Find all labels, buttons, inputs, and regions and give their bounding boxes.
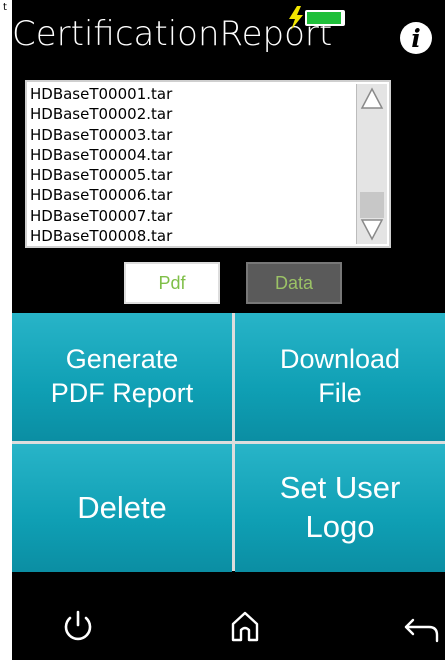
battery-level — [307, 12, 341, 24]
charging-bolt-icon — [289, 6, 303, 30]
logo-label-line1: Set User — [279, 470, 401, 506]
left-edge-strip: t — [0, 0, 12, 660]
file-list-items: HDBaseT00001.tar HDBaseT00002.tar HDBase… — [30, 84, 355, 246]
corner-char: t — [3, 2, 7, 13]
delete-label: Delete — [77, 489, 167, 525]
generate-pdf-report-button[interactable]: Generate PDF Report — [12, 313, 232, 441]
list-item[interactable]: HDBaseT00002.tar — [30, 104, 355, 124]
download-file-button[interactable]: Download File — [235, 313, 445, 441]
file-list[interactable]: HDBaseT00001.tar HDBaseT00002.tar HDBase… — [25, 80, 391, 248]
info-icon[interactable]: i — [400, 22, 432, 54]
delete-button[interactable]: Delete — [12, 444, 232, 572]
battery-icon — [305, 10, 345, 26]
scroll-down-icon[interactable] — [357, 214, 387, 244]
data-toggle[interactable]: Data — [246, 262, 342, 304]
list-item[interactable]: HDBaseT00003.tar — [30, 125, 355, 145]
list-item[interactable]: HDBaseT00007.tar — [30, 206, 355, 226]
home-icon[interactable] — [227, 608, 263, 644]
list-item[interactable]: HDBaseT00008.tar — [30, 226, 355, 246]
list-item[interactable]: HDBaseT00004.tar — [30, 145, 355, 165]
power-icon[interactable] — [60, 608, 96, 644]
list-item[interactable]: HDBaseT00005.tar — [30, 165, 355, 185]
set-user-logo-button[interactable]: Set User Logo — [235, 444, 445, 572]
back-arrow-icon[interactable] — [403, 608, 439, 644]
download-label-line1: Download — [279, 344, 401, 375]
download-label-line2: File — [318, 378, 362, 408]
generate-label-line2: PDF Report — [50, 378, 194, 408]
generate-label-line1: Generate — [65, 344, 179, 375]
pdf-toggle[interactable]: Pdf — [124, 262, 220, 304]
logo-label-line2: Logo — [305, 509, 375, 544]
list-item[interactable]: HDBaseT00006.tar — [30, 185, 355, 205]
list-item[interactable]: HDBaseT00001.tar — [30, 84, 355, 104]
scrollbar[interactable] — [356, 84, 387, 244]
scroll-up-icon[interactable] — [357, 84, 387, 114]
